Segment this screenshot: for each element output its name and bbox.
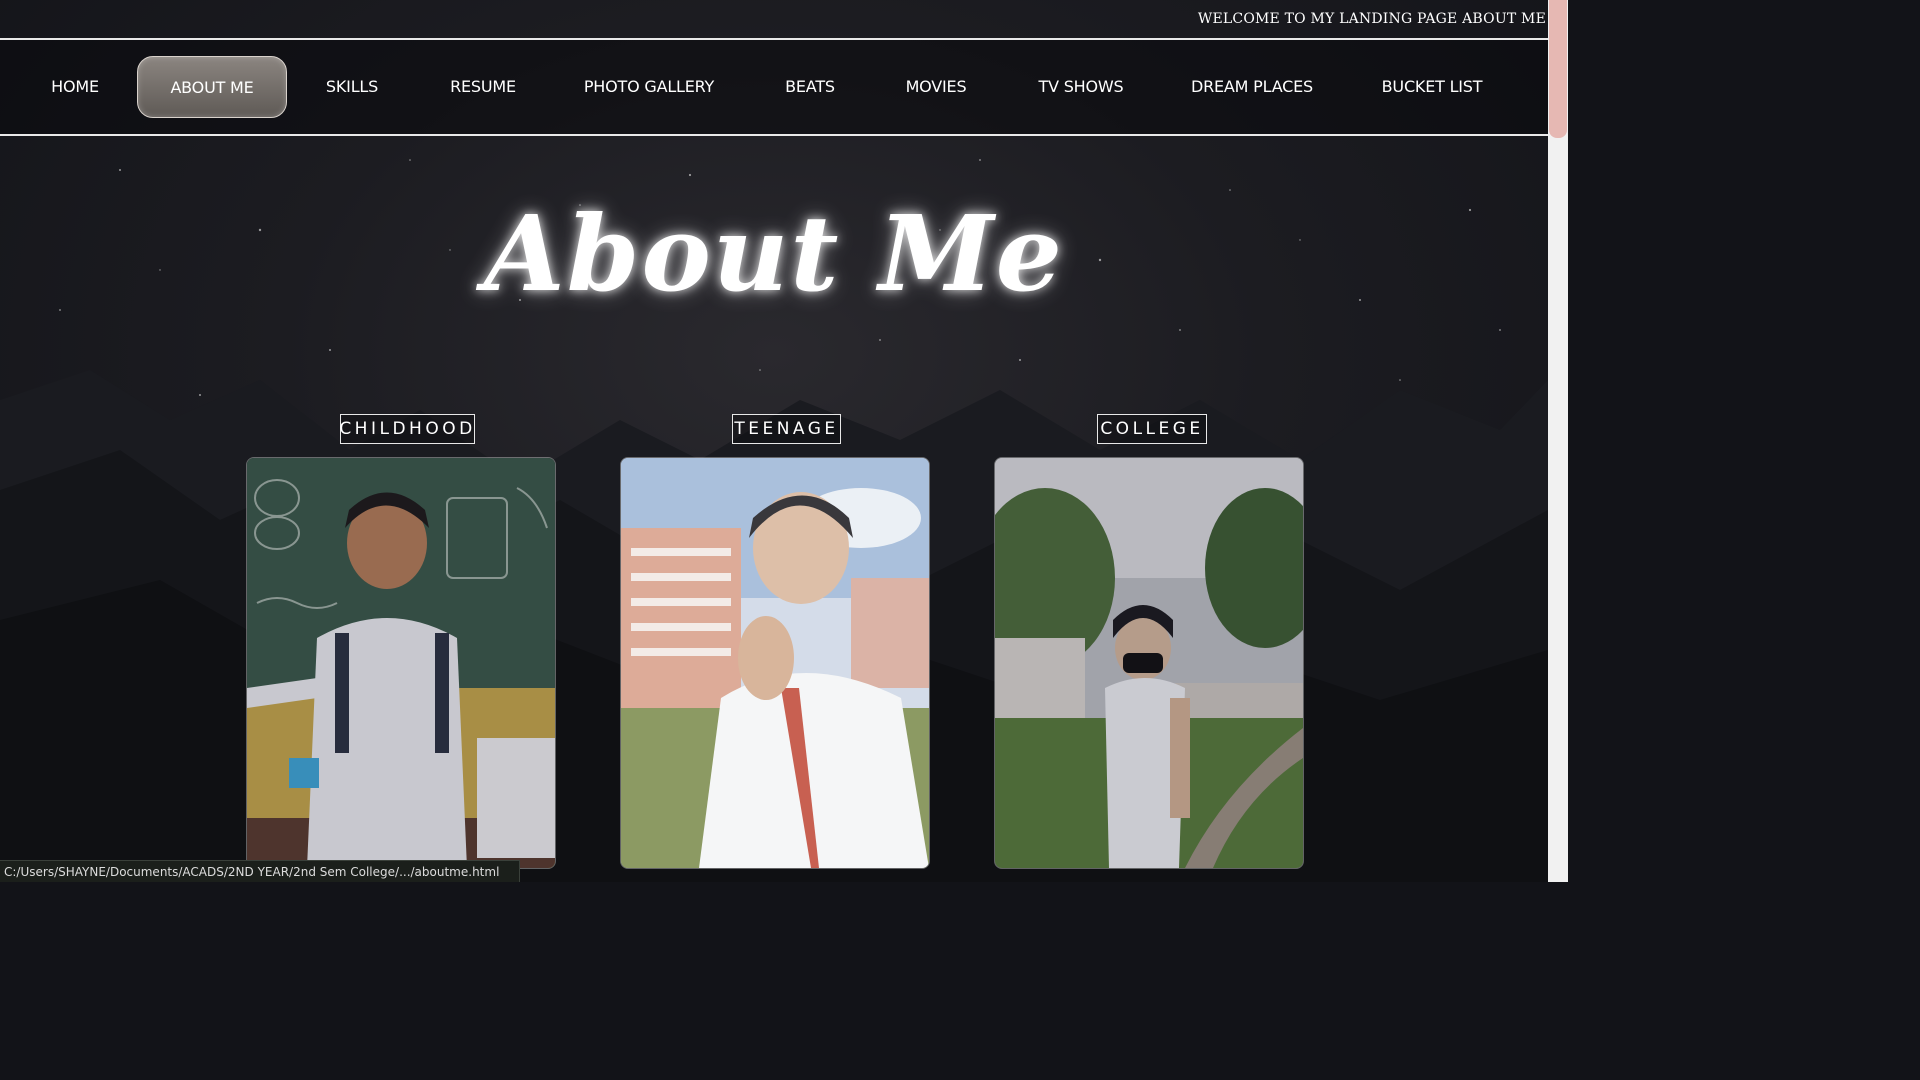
nav-movies[interactable]: MOVIES xyxy=(894,56,978,116)
scrollbar-thumb[interactable] xyxy=(1549,0,1567,138)
nav-tv-shows[interactable]: TV SHOWS xyxy=(1026,56,1136,116)
nav-skills[interactable]: SKILLS xyxy=(313,56,391,116)
nav-resume[interactable]: RESUME xyxy=(438,56,528,116)
ticker-text: WELCOME TO MY LANDING PAGE ABOUT ME xyxy=(1197,11,1546,27)
nav-dream-places[interactable]: DREAM PLACES xyxy=(1182,56,1322,116)
card-label-childhood: CHILDHOOD xyxy=(339,414,475,444)
teenage-photo xyxy=(620,457,930,869)
nav-home[interactable]: HOME xyxy=(40,56,110,116)
college-photo xyxy=(994,457,1304,869)
scrollbar-track[interactable] xyxy=(1548,0,1568,882)
page-title: About Me xyxy=(484,192,1064,315)
welcome-ticker: WELCOME TO MY LANDING PAGE ABOUT ME xyxy=(0,0,1548,38)
card-label-college: COLLEGE xyxy=(1097,414,1207,444)
nav-photo-gallery[interactable]: PHOTO GALLERY xyxy=(575,56,723,116)
card-label-teenage: TEENAGE xyxy=(732,414,841,444)
nav-about-me[interactable]: ABOUT ME xyxy=(137,56,287,118)
nav-bucket-list[interactable]: BUCKET LIST xyxy=(1370,56,1494,116)
main-navbar: HOME ABOUT ME SKILLS RESUME PHOTO GALLER… xyxy=(0,38,1548,136)
childhood-photo xyxy=(246,457,556,869)
nav-beats[interactable]: BEATS xyxy=(772,56,848,116)
link-status-bar: C:/Users/SHAYNE/Documents/ACADS/2ND YEAR… xyxy=(0,860,520,882)
status-url: C:/Users/SHAYNE/Documents/ACADS/2ND YEAR… xyxy=(4,864,500,879)
